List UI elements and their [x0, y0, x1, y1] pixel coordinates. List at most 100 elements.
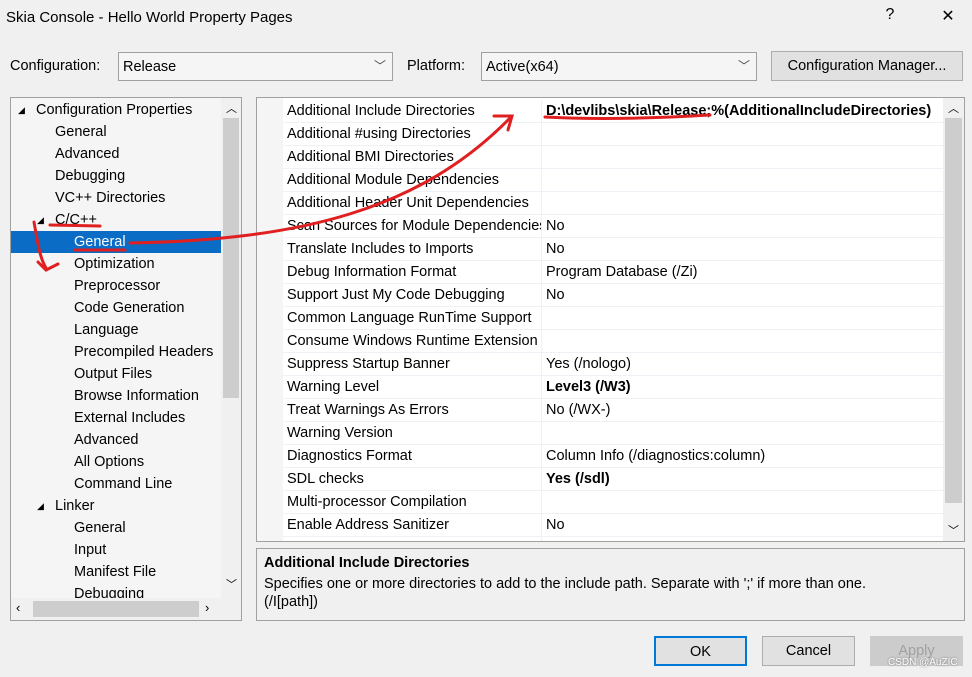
help-button[interactable]: ? — [875, 6, 905, 30]
expand-triangle-icon[interactable]: ◢ — [18, 99, 25, 121]
scroll-thumb[interactable] — [945, 118, 962, 503]
property-row[interactable]: Enable Fuzzer Support (Experimental)No — [283, 537, 943, 541]
close-button[interactable]: ✕ — [933, 6, 963, 30]
property-value[interactable]: Level3 (/W3) — [541, 376, 941, 399]
expand-triangle-icon[interactable]: ◢ — [37, 495, 44, 517]
tree-item[interactable]: Manifest File — [11, 561, 221, 583]
tree-item[interactable]: VC++ Directories — [11, 187, 221, 209]
property-value[interactable]: No — [541, 215, 941, 238]
property-name: Suppress Startup Banner — [287, 356, 450, 372]
property-value[interactable] — [541, 330, 941, 353]
property-value[interactable] — [541, 169, 941, 192]
property-row[interactable]: Translate Includes to Imports No — [283, 238, 943, 261]
tree-item[interactable]: Optimization — [11, 253, 221, 275]
tree-item[interactable]: Language — [11, 319, 221, 341]
tree-item-label: Language — [74, 322, 139, 338]
cancel-button[interactable]: Cancel — [762, 636, 855, 666]
property-value[interactable] — [541, 307, 941, 330]
tree-item[interactable]: ◢ Configuration Properties — [11, 99, 221, 121]
property-row[interactable]: Additional BMI Directories — [283, 146, 943, 169]
property-row[interactable]: Warning Version — [283, 422, 943, 445]
tree-item[interactable]: Browse Information — [11, 385, 221, 407]
property-row[interactable]: Additional #using Directories — [283, 123, 943, 146]
chevron-down-icon[interactable]: ﹀ — [948, 522, 959, 538]
tree-item[interactable]: All Options — [11, 451, 221, 473]
property-row[interactable]: Common Language RunTime Support — [283, 307, 943, 330]
property-tree[interactable]: ◢ Configuration Properties General Advanced… — [10, 97, 242, 621]
property-value[interactable]: Yes (/nologo) — [541, 353, 941, 376]
configuration-value: Release — [123, 59, 177, 75]
watermark: CSDN @AuZIC — [888, 657, 958, 668]
property-name: Consume Windows Runtime Extension — [287, 333, 538, 349]
property-row[interactable]: Additional Include Directories D:\devlibs… — [283, 100, 943, 123]
chevron-left-icon[interactable]: ‹ — [16, 600, 20, 615]
tree-item[interactable]: Code Generation — [11, 297, 221, 319]
property-row[interactable]: Enable Address Sanitizer No — [283, 514, 943, 537]
tree-item[interactable]: Precompiled Headers — [11, 341, 221, 363]
property-value[interactable]: No — [541, 537, 941, 541]
chevron-up-icon[interactable]: ︿ — [948, 100, 959, 116]
chevron-up-icon[interactable]: ︿ — [226, 100, 237, 116]
property-name: Common Language RunTime Support — [287, 310, 532, 326]
property-value[interactable] — [541, 123, 941, 146]
ok-button[interactable]: OK — [654, 636, 747, 666]
property-row[interactable]: Diagnostics Format Column Info (/diagnost… — [283, 445, 943, 468]
property-value[interactable]: Column Info (/diagnostics:column) — [541, 445, 941, 468]
property-value[interactable]: D:\devlibs\skia\Release;%(AdditionalIncl… — [541, 100, 941, 123]
tree-item[interactable]: ◢ Linker — [11, 495, 221, 517]
property-row[interactable]: Debug Information Format Program Database… — [283, 261, 943, 284]
expand-triangle-icon[interactable]: ◢ — [37, 209, 44, 231]
property-row[interactable]: Additional Module Dependencies — [283, 169, 943, 192]
property-row[interactable]: Suppress Startup Banner Yes (/nologo) — [283, 353, 943, 376]
tree-item[interactable]: Preprocessor — [11, 275, 221, 297]
platform-select[interactable]: Active(x64) ﹀ — [481, 52, 757, 81]
tree-item[interactable]: Command Line — [11, 473, 221, 495]
property-row[interactable]: Consume Windows Runtime Extension — [283, 330, 943, 353]
property-row[interactable]: Multi-processor Compilation — [283, 491, 943, 514]
property-value[interactable]: Program Database (/Zi) — [541, 261, 941, 284]
property-value[interactable]: Yes (/sdl) — [541, 468, 941, 491]
tree-item[interactable]: ◢ C/C++ — [11, 209, 221, 231]
tree-item[interactable]: Input — [11, 539, 221, 561]
property-value[interactable] — [541, 491, 941, 514]
configuration-select[interactable]: Release ﹀ — [118, 52, 393, 81]
tree-item[interactable]: External Includes — [11, 407, 221, 429]
tree-item[interactable]: Advanced — [11, 429, 221, 451]
property-value[interactable] — [541, 192, 941, 215]
property-value[interactable]: No (/WX-) — [541, 399, 941, 422]
property-value[interactable] — [541, 146, 941, 169]
grid-vertical-scrollbar[interactable]: ︿ ﹀ — [943, 98, 964, 541]
property-row[interactable]: Support Just My Code Debugging No — [283, 284, 943, 307]
h-scroll-thumb[interactable] — [33, 601, 199, 617]
property-row[interactable]: Scan Sources for Module Dependencies No — [283, 215, 943, 238]
tree-item-label: VC++ Directories — [55, 190, 166, 206]
chevron-down-icon: ﹀ — [373, 59, 386, 73]
tree-item[interactable]: General — [11, 517, 221, 539]
tree-item[interactable]: Output Files — [11, 363, 221, 385]
tree-item[interactable]: Advanced — [11, 143, 221, 165]
chevron-down-icon[interactable]: ﹀ — [226, 576, 237, 592]
tree-item[interactable]: General — [11, 121, 221, 143]
property-row[interactable]: Warning Level Level3 (/W3) — [283, 376, 943, 399]
scroll-thumb[interactable] — [223, 118, 239, 398]
chevron-right-icon[interactable]: › — [205, 600, 209, 615]
tree-item-label: General — [55, 124, 107, 140]
property-name: Additional #using Directories — [287, 126, 471, 142]
property-row[interactable]: Additional Header Unit Dependencies — [283, 192, 943, 215]
property-value[interactable]: No — [541, 284, 941, 307]
grid-gutter — [257, 98, 283, 541]
property-name: Scan Sources for Module Dependencies — [287, 218, 541, 234]
property-value[interactable]: No — [541, 514, 941, 537]
tree-vertical-scrollbar[interactable]: ︿ ﹀ — [221, 98, 241, 598]
property-row[interactable]: Treat Warnings As Errors No (/WX-) — [283, 399, 943, 422]
property-grid[interactable]: Additional Include Directories D:\devlibs… — [256, 97, 965, 542]
property-name: Support Just My Code Debugging — [287, 287, 505, 303]
platform-value: Active(x64) — [486, 59, 559, 75]
property-value[interactable] — [541, 422, 941, 445]
property-value[interactable]: No — [541, 238, 941, 261]
configuration-manager-button[interactable]: Configuration Manager... — [771, 51, 963, 81]
tree-horizontal-scrollbar[interactable]: ‹ › — [11, 598, 241, 620]
tree-item[interactable]: General — [11, 231, 221, 253]
tree-item[interactable]: Debugging — [11, 165, 221, 187]
property-row[interactable]: SDL checks Yes (/sdl) — [283, 468, 943, 491]
